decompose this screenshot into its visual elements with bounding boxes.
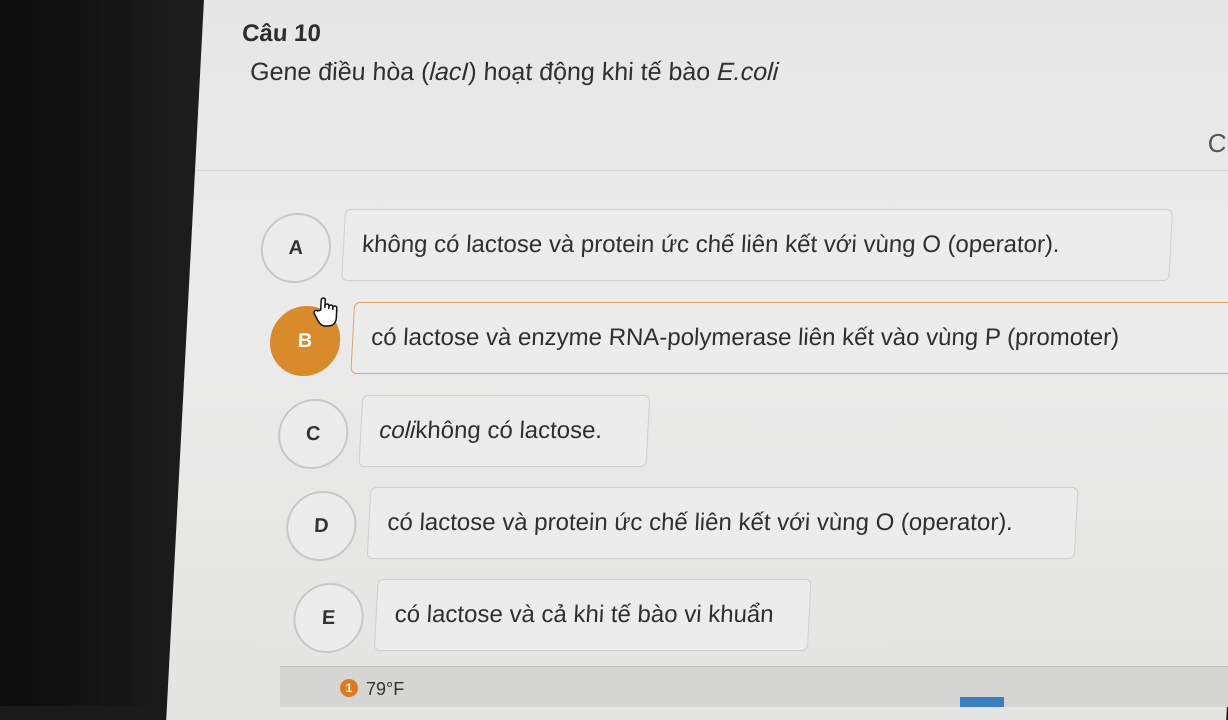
option-d[interactable]: D có lactose và protein ức chế liên kết …	[284, 485, 1228, 565]
option-text[interactable]: không có lactose và protein ức chế liên …	[341, 209, 1173, 281]
option-label: có lactose và cả khi tế bào vi khuẩn	[394, 601, 775, 628]
divider	[194, 170, 1228, 171]
option-e[interactable]: E có lactose và cả khi tế bào vi khuẩn	[291, 577, 996, 657]
reload-icon[interactable]: C	[1207, 128, 1227, 159]
notification-badge[interactable]: 1	[340, 679, 358, 697]
gene-name: lacI	[428, 58, 470, 86]
question-text: Gene điều hòa (lacI) hoạt động khi tế bà…	[249, 58, 779, 87]
option-label-italic: coli	[378, 417, 417, 444]
question-number: Câu 10	[241, 20, 322, 47]
option-label: không có lactose và protein ức chế liên …	[361, 231, 1061, 258]
option-letter[interactable]: C	[276, 399, 351, 469]
option-a[interactable]: A không có lactose và protein ức chế liê…	[259, 207, 1223, 287]
taskbar: 1 79°F	[280, 666, 1228, 707]
question-text-part: Gene điều hòa (	[249, 58, 431, 86]
species-name: E.coli	[716, 58, 780, 86]
option-letter[interactable]: A	[259, 213, 333, 283]
option-b[interactable]: B có lactose và enzyme RNA-polymerase li…	[268, 297, 1228, 380]
option-text[interactable]: coli không có lactose.	[358, 395, 651, 467]
option-text[interactable]: có lactose và enzyme RNA-polymerase liên…	[350, 302, 1228, 374]
option-letter[interactable]: D	[284, 491, 359, 561]
option-letter[interactable]: E	[291, 583, 366, 653]
weather-widget[interactable]: 79°F	[366, 679, 404, 700]
hand-cursor-icon	[313, 297, 338, 327]
option-text[interactable]: có lactose và protein ức chế liên kết vớ…	[366, 487, 1079, 559]
quiz-screen: Câu 10 Gene điều hòa (lacI) hoạt động kh…	[166, 0, 1228, 720]
option-label: có lactose và enzyme RNA-polymerase liên…	[370, 324, 1120, 351]
question-text-part: ) hoạt động khi tế bào	[467, 58, 718, 86]
option-label: không có lactose.	[414, 417, 603, 444]
option-text[interactable]: có lactose và cả khi tế bào vi khuẩn	[373, 579, 812, 651]
option-label: có lactose và protein ức chế liên kết vớ…	[386, 509, 1014, 536]
option-c[interactable]: C coli không có lactose.	[276, 393, 980, 473]
